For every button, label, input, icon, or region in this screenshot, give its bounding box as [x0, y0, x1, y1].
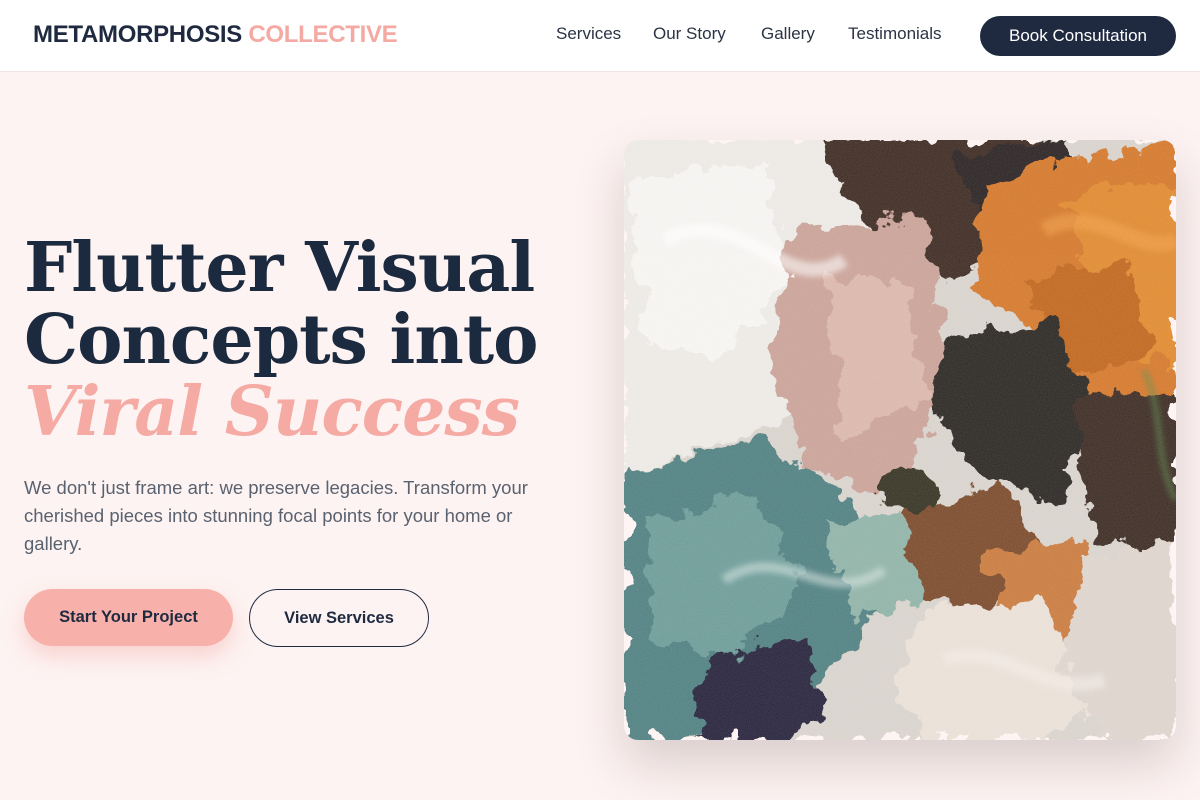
hero-artwork-image: [624, 140, 1176, 740]
logo[interactable]: METAMORPHOSIS COLLECTIVE: [33, 21, 398, 49]
hero-title-line-2: Concepts into: [24, 300, 539, 380]
logo-accent: COLLECTIVE: [248, 21, 398, 48]
nav-link-testimonials[interactable]: Testimonials: [848, 24, 942, 44]
nav-link-gallery[interactable]: Gallery: [761, 24, 815, 44]
hero-title: Flutter Visual Concepts into Viral Succe…: [24, 232, 584, 448]
start-project-button[interactable]: Start Your Project: [24, 589, 233, 646]
hero-title-highlight: Viral Success: [24, 372, 520, 452]
view-services-button[interactable]: View Services: [249, 589, 429, 647]
book-consultation-button[interactable]: Book Consultation: [980, 16, 1176, 56]
nav-link-our-story[interactable]: Our Story: [653, 24, 726, 44]
hero-description: We don't just frame art: we preserve leg…: [24, 477, 528, 554]
site-header: METAMORPHOSIS COLLECTIVE Services Our St…: [0, 0, 1200, 72]
logo-main: METAMORPHOSIS: [33, 21, 242, 48]
hero-title-line-1: Flutter Visual: [24, 228, 535, 308]
nav-link-services[interactable]: Services: [556, 24, 621, 44]
